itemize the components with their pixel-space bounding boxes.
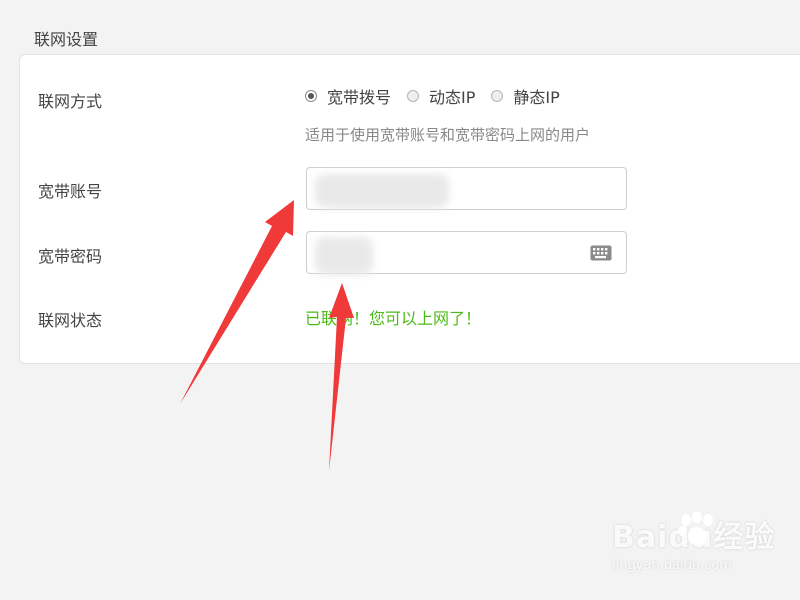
radio-dynamic-ip[interactable]: 动态IP	[407, 84, 475, 108]
connection-hint: 适用于使用宽带账号和宽带密码上网的用户	[305, 126, 591, 144]
radio-static-ip-label: 静态IP	[513, 88, 560, 107]
connection-status-text: 已联网！您可以上网了！	[305, 309, 482, 328]
password-field[interactable]	[306, 231, 627, 275]
watermark-url: jingyan.baidu.com	[612, 558, 732, 573]
baidu-watermark: Baidu经验 jingyan.baidu.com	[612, 512, 775, 573]
keyboard-icon[interactable]	[590, 245, 612, 261]
watermark-brand: Baidu经验	[612, 520, 776, 555]
blurred-account-text	[315, 174, 449, 208]
radio-unchecked-icon	[491, 90, 504, 102]
password-label: 宽带密码	[38, 247, 103, 266]
radio-broadband-dialup-label: 宽带拨号	[327, 88, 392, 107]
section-title: 联网设置	[34, 30, 99, 49]
radio-static-ip[interactable]: 静态IP	[491, 84, 560, 108]
connection-type-label: 联网方式	[38, 92, 103, 111]
blurred-password-text	[315, 237, 373, 275]
connection-type-group: 宽带拨号 动态IP 静态IP	[305, 84, 576, 108]
status-label: 联网状态	[38, 311, 103, 330]
account-label: 宽带账号	[38, 182, 103, 201]
account-field[interactable]	[306, 167, 627, 210]
radio-checked-icon	[305, 90, 317, 102]
radio-broadband-dialup[interactable]: 宽带拨号	[305, 84, 391, 108]
radio-unchecked-icon	[407, 90, 420, 102]
radio-dynamic-ip-label: 动态IP	[429, 88, 476, 107]
